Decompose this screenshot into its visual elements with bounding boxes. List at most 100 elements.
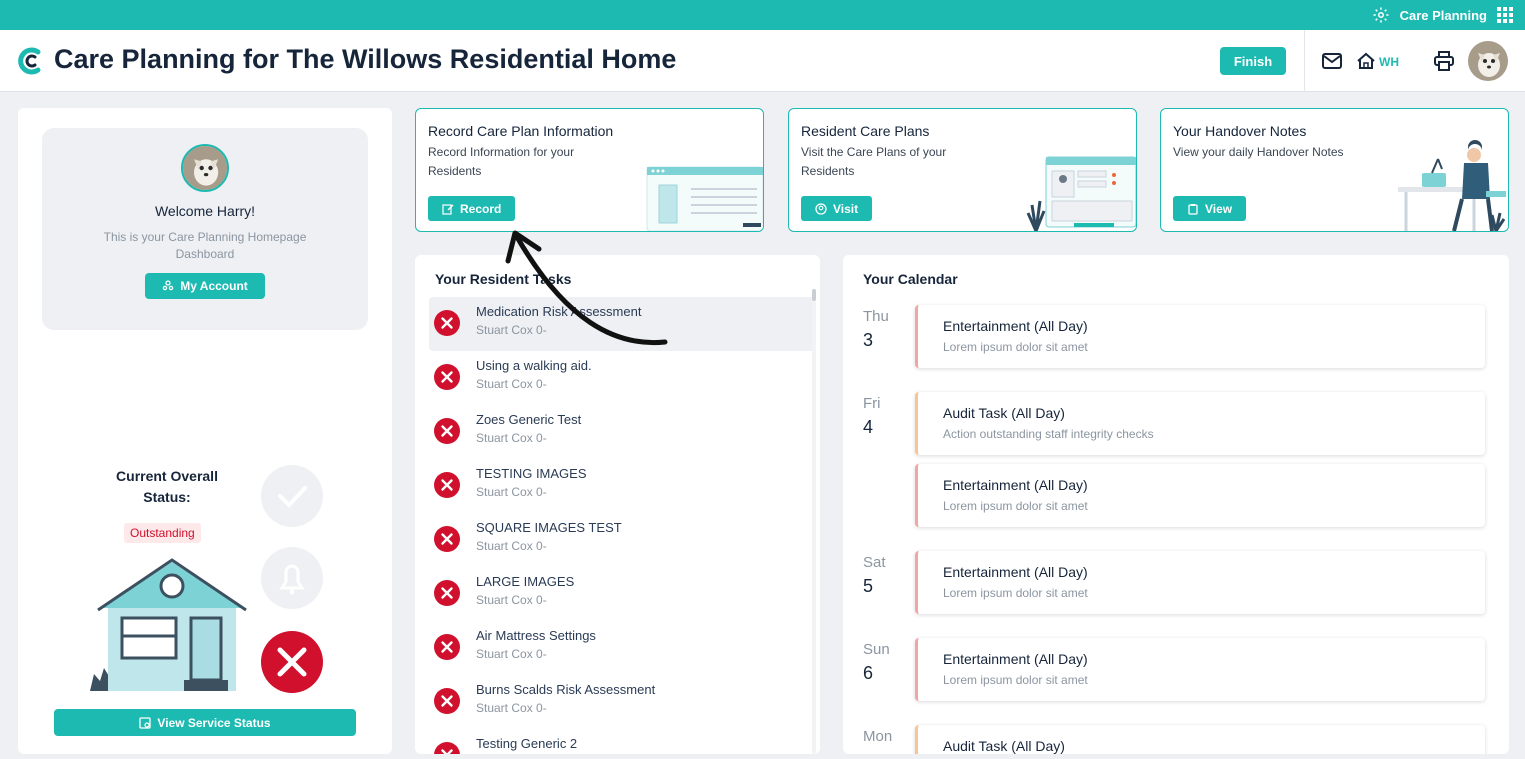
day-number: 5: [863, 576, 874, 596]
home-code-label[interactable]: WH: [1379, 55, 1399, 69]
event-title: Entertainment (All Day): [943, 651, 1088, 667]
user-avatar[interactable]: [1468, 41, 1508, 81]
event-title: Entertainment (All Day): [943, 318, 1088, 334]
incomplete-x-icon: [434, 580, 460, 606]
calendar-title: Your Calendar: [863, 271, 958, 287]
card-title: Your Handover Notes: [1173, 123, 1307, 139]
event-title: Audit Task (All Day): [943, 405, 1065, 421]
task-name: Using a walking aid.: [476, 358, 592, 373]
incomplete-x-icon: [434, 634, 460, 660]
day-name: Sat: [863, 554, 886, 571]
day-number: 4: [863, 417, 874, 437]
card-title: Record Care Plan Information: [428, 123, 614, 139]
day-name: Thu: [863, 308, 889, 325]
page-title: Care Planning for The Willows Residentia…: [54, 44, 677, 74]
record-button-label: Record: [460, 201, 502, 216]
calendar-event[interactable]: Audit Task (All Day) Action outstanding …: [915, 392, 1485, 455]
visit-button-label: Visit: [833, 201, 859, 216]
calendar-day: Mon: [863, 728, 892, 750]
event-description: Lorem ipsum dolor sit amet: [943, 499, 1088, 513]
task-name: TESTING IMAGES: [476, 466, 587, 481]
task-item[interactable]: SQUARE IMAGES TEST Stuart Cox 0-: [429, 513, 815, 567]
event-description: Action outstanding staff integrity check…: [943, 427, 1154, 441]
annotation-arrow: [505, 230, 668, 346]
task-name: LARGE IMAGES: [476, 574, 575, 589]
my-account-label: My Account: [180, 279, 248, 293]
task-item[interactable]: LARGE IMAGES Stuart Cox 0-: [429, 567, 815, 621]
task-item[interactable]: Air Mattress Settings Stuart Cox 0-: [429, 621, 815, 675]
calendar-day: Sun 6: [863, 641, 890, 684]
welcome-subtitle: This is your Care Planning Homepage Dash…: [103, 230, 307, 261]
task-item[interactable]: Burns Scalds Risk Assessment Stuart Cox …: [429, 675, 815, 729]
incomplete-x-icon: [434, 310, 460, 336]
user-circle-icon: [815, 202, 827, 215]
incomplete-x-icon: [434, 688, 460, 714]
task-resident: Stuart Cox 0-: [476, 701, 547, 715]
incomplete-x-icon: [434, 472, 460, 498]
tasks-scrollbar[interactable]: [812, 289, 816, 754]
avatar: [181, 144, 229, 192]
calendar-day: Thu 3: [863, 308, 889, 351]
task-name: SQUARE IMAGES TEST: [476, 520, 622, 535]
day-number: 3: [863, 330, 874, 350]
visit-button[interactable]: Visit: [801, 196, 873, 221]
user-sidebar: Welcome Harry! This is your Care Plannin…: [18, 108, 392, 754]
event-title: Entertainment (All Day): [943, 564, 1088, 580]
calendar-day: Fri 4: [863, 395, 881, 438]
event-description: Lorem ipsum dolor sit amet: [943, 340, 1088, 354]
card-description: Visit the Care Plans of your Residents: [801, 145, 947, 178]
status-report-icon: [139, 716, 152, 729]
task-resident: Stuart Cox 0-: [476, 539, 547, 553]
incomplete-x-icon: [434, 418, 460, 444]
calendar-event[interactable]: Audit Task (All Day): [915, 725, 1485, 754]
incomplete-x-icon: [434, 526, 460, 552]
card-title: Resident Care Plans: [801, 123, 930, 139]
page-header: Care Planning for The Willows Residentia…: [0, 30, 1525, 92]
card-description: Record Information for your Residents: [428, 145, 575, 178]
task-item[interactable]: TESTING IMAGES Stuart Cox 0-: [429, 459, 815, 513]
calendar-event[interactable]: Entertainment (All Day) Lorem ipsum dolo…: [915, 305, 1485, 368]
task-name: Burns Scalds Risk Assessment: [476, 682, 656, 697]
task-name: Air Mattress Settings: [476, 628, 596, 643]
event-description: Lorem ipsum dolor sit amet: [943, 586, 1088, 600]
view-service-status-button[interactable]: View Service Status: [54, 709, 356, 736]
task-item[interactable]: Using a walking aid. Stuart Cox 0-: [429, 351, 815, 405]
day-name: Fri: [863, 395, 881, 412]
event-description: Lorem ipsum dolor sit amet: [943, 673, 1088, 687]
calendar-panel: Your Calendar Thu 3 Entertainment (All D…: [843, 255, 1509, 754]
my-account-button[interactable]: My Account: [145, 273, 265, 299]
calendar-event[interactable]: Entertainment (All Day) Lorem ipsum dolo…: [915, 551, 1485, 614]
task-resident: Stuart Cox 0-: [476, 593, 547, 607]
resident-care-plans-card: Resident Care Plans Visit the Care Plans…: [788, 108, 1137, 232]
calendar-event[interactable]: Entertainment (All Day) Lorem ipsum dolo…: [915, 638, 1485, 701]
print-icon[interactable]: [1433, 50, 1455, 72]
house-illustration: [90, 558, 247, 691]
incomplete-x-icon: [434, 742, 460, 754]
task-item[interactable]: Zoes Generic Test Stuart Cox 0-: [429, 405, 815, 459]
welcome-heading: Welcome Harry!: [154, 203, 256, 219]
apps-grid-icon[interactable]: [1497, 7, 1513, 23]
record-illustration: [646, 166, 763, 231]
event-title: Audit Task (All Day): [943, 738, 1065, 754]
welcome-card: Welcome Harry! This is your Care Plannin…: [42, 128, 368, 330]
overall-status-label: Current Overall Status:: [116, 468, 218, 505]
card-description: View your daily Handover Notes: [1173, 145, 1344, 159]
calendar-event[interactable]: Entertainment (All Day) Lorem ipsum dolo…: [915, 464, 1485, 527]
task-list: Medication Risk Assessment Stuart Cox 0-…: [429, 297, 815, 754]
finish-button[interactable]: Finish: [1220, 47, 1286, 75]
app-switcher-label[interactable]: Care Planning: [1400, 8, 1487, 23]
task-resident: Stuart Cox 0-: [476, 377, 547, 391]
task-resident: Stuart Cox 0-: [476, 647, 547, 661]
gear-icon[interactable]: [1372, 6, 1390, 24]
mail-icon[interactable]: [1322, 52, 1342, 70]
header-divider: [1304, 30, 1305, 92]
task-resident: Stuart Cox 0-: [476, 485, 547, 499]
view-service-status-label: View Service Status: [157, 715, 271, 730]
home-icon[interactable]: [1356, 52, 1376, 70]
task-item[interactable]: Testing Generic 2: [429, 729, 815, 754]
view-button[interactable]: View: [1173, 196, 1247, 221]
day-name: Sun: [863, 641, 890, 658]
view-button-label: View: [1205, 201, 1233, 216]
record-button[interactable]: Record: [428, 196, 516, 221]
record-card: Record Care Plan Information Record Info…: [415, 108, 764, 232]
